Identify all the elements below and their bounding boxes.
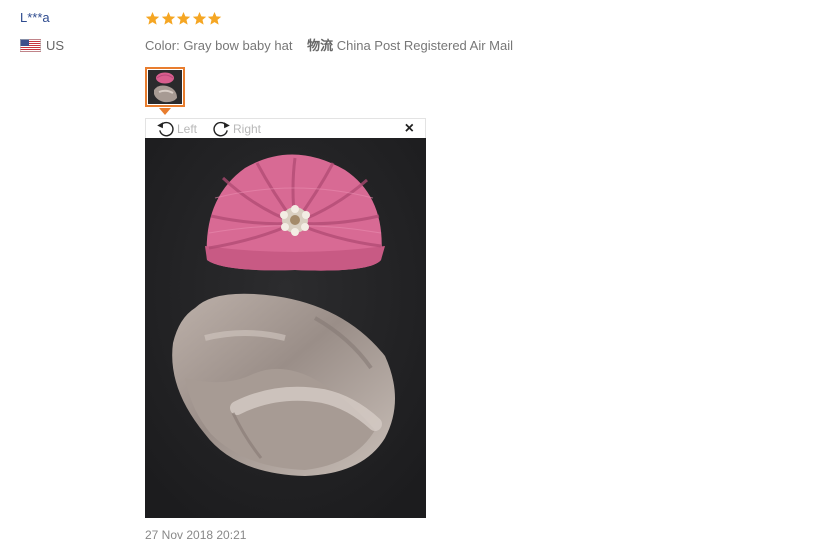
review-date: 27 Nov 2018 20:21 — [145, 528, 247, 542]
rotate-right-label: Right — [233, 121, 262, 136]
thumbnail-pointer — [159, 108, 171, 115]
order-info: Color: Gray bow baby hat 物流 China Post R… — [145, 35, 513, 54]
rotate-left-label: Left — [177, 121, 198, 136]
review-photo — [145, 138, 426, 518]
reviewer-name[interactable]: L***a — [20, 10, 50, 25]
star-icon — [145, 11, 160, 25]
reviewer-info: L***a US — [20, 10, 64, 53]
sku-label: Color: — [145, 38, 180, 53]
review-photo-thumbnail[interactable] — [145, 67, 185, 107]
rotate-right-icon — [213, 121, 230, 137]
viewer-toolbar: Left Right × — [145, 118, 426, 138]
star-icon — [192, 11, 206, 25]
close-icon[interactable]: × — [405, 120, 414, 138]
reviewer-country: US — [20, 38, 64, 53]
us-flag-icon — [20, 39, 41, 52]
sku-value: Gray bow baby hat — [183, 38, 293, 53]
logistics-label: 物流 — [307, 38, 334, 53]
logistics-value: China Post Registered Air Mail — [336, 38, 514, 53]
star-icon — [207, 11, 222, 25]
star-rating — [145, 11, 223, 26]
photo-viewer: Left Right × — [145, 118, 426, 518]
country-code: US — [46, 38, 65, 53]
star-icon — [176, 11, 191, 25]
star-icon — [161, 11, 175, 25]
thumbnail-image — [148, 70, 182, 104]
rotate-left-button[interactable]: Left — [156, 120, 197, 137]
rotate-left-icon — [157, 121, 174, 137]
rotate-right-button[interactable]: Right — [212, 120, 261, 137]
